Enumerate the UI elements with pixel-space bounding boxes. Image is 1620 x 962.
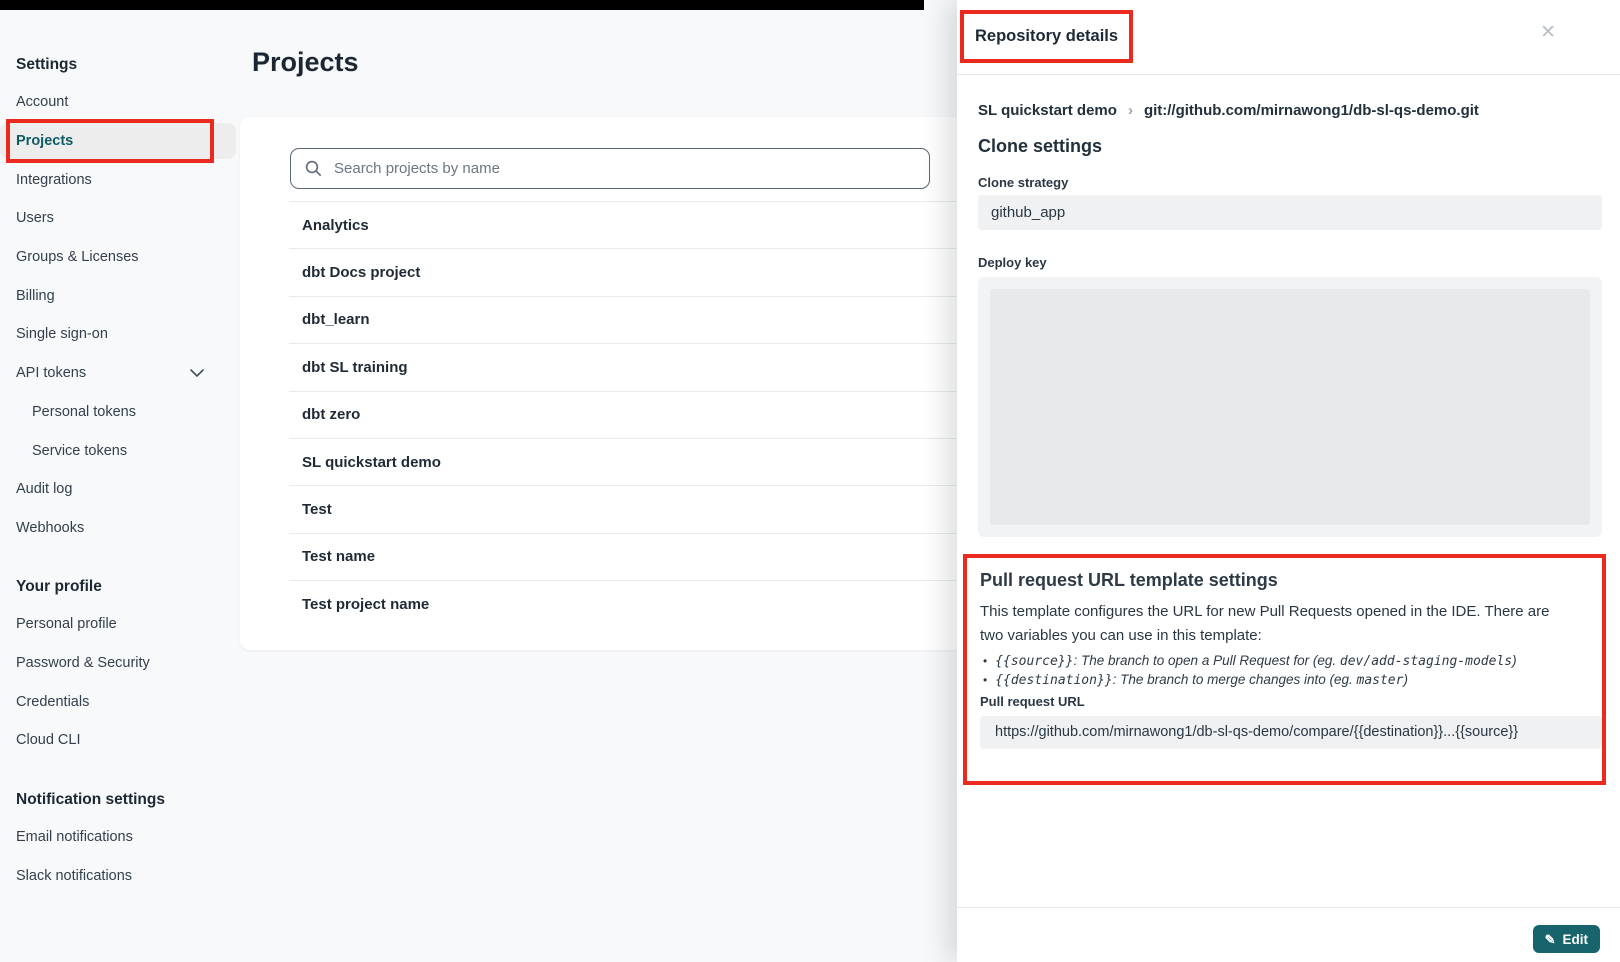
clone-settings-heading: Clone settings	[978, 136, 1102, 157]
sidebar-item-cloud-cli[interactable]: Cloud CLI	[0, 721, 240, 760]
annotation-box-pr-template-section: Pull request URL template settings This …	[963, 554, 1606, 785]
sidebar-title-notification-settings: Notification settings	[16, 791, 165, 809]
sidebar-title-settings: Settings	[16, 56, 77, 74]
sidebar-nav-settings: Account Projects Integrations Users Grou…	[0, 83, 240, 547]
pr-template-variables: • {{source}}: The branch to open a Pull …	[983, 653, 1517, 688]
panel-header: Repository details ✕	[957, 0, 1620, 75]
sidebar-item-personal-tokens[interactable]: Personal tokens	[0, 393, 240, 432]
chevron-down-icon	[190, 369, 204, 378]
sidebar-item-account[interactable]: Account	[0, 83, 240, 122]
sidebar-nav-profile: Personal profile Password & Security Cre…	[0, 605, 240, 760]
panel-title: Repository details	[975, 27, 1118, 46]
pencil-icon: ✎	[1545, 933, 1556, 946]
sidebar-item-single-sign-on[interactable]: Single sign-on	[0, 315, 240, 354]
deploy-key-redacted-area	[990, 289, 1590, 525]
edit-button-label: Edit	[1563, 932, 1589, 947]
clone-strategy-label: Clone strategy	[978, 175, 1068, 190]
deploy-key-field	[978, 277, 1602, 537]
pr-template-heading: Pull request URL template settings	[980, 570, 1278, 591]
bullet-icon: •	[983, 673, 987, 687]
sidebar-item-groups-licenses[interactable]: Groups & Licenses	[0, 238, 240, 277]
search-icon	[305, 160, 322, 177]
sidebar-item-personal-profile[interactable]: Personal profile	[0, 605, 240, 644]
project-search	[290, 148, 930, 189]
annotation-box-repository-details: Repository details	[960, 10, 1133, 63]
sidebar-item-webhooks[interactable]: Webhooks	[0, 509, 240, 548]
pr-variable-source: • {{source}}: The branch to open a Pull …	[983, 653, 1517, 669]
sidebar-title-your-profile: Your profile	[16, 578, 102, 596]
sidebar-item-service-tokens[interactable]: Service tokens	[0, 431, 240, 470]
close-icon[interactable]: ✕	[1540, 23, 1556, 42]
edit-button[interactable]: ✎ Edit	[1533, 925, 1600, 953]
settings-sidebar: Settings Account Projects Integrations U…	[0, 10, 240, 962]
sidebar-item-audit-log[interactable]: Audit log	[0, 470, 240, 509]
sidebar-item-password-security[interactable]: Password & Security	[0, 644, 240, 683]
sidebar-nav-notifications: Email notifications Slack notifications	[0, 818, 240, 895]
sidebar-item-api-tokens[interactable]: API tokens	[0, 354, 240, 393]
panel-body: SL quickstart demo › git://github.com/mi…	[957, 75, 1620, 907]
sidebar-item-slack-notifications[interactable]: Slack notifications	[0, 857, 240, 896]
sidebar-item-users[interactable]: Users	[0, 199, 240, 238]
search-input[interactable]	[332, 159, 915, 178]
pr-variable-destination: • {{destination}}: The branch to merge c…	[983, 672, 1517, 688]
page-title: Projects	[252, 47, 359, 78]
sidebar-item-projects[interactable]: Projects	[0, 122, 240, 161]
deploy-key-label: Deploy key	[978, 255, 1047, 270]
breadcrumb-repo-url: git://github.com/mirnawong1/db-sl-qs-dem…	[1144, 102, 1479, 119]
app-window: Settings Account Projects Integrations U…	[0, 0, 1620, 962]
repository-details-panel: Repository details ✕ SL quickstart demo …	[957, 0, 1620, 962]
pull-request-url-value: https://github.com/mirnawong1/db-sl-qs-d…	[980, 716, 1602, 749]
pull-request-url-label: Pull request URL	[980, 694, 1085, 709]
sidebar-item-email-notifications[interactable]: Email notifications	[0, 818, 240, 857]
sidebar-item-credentials[interactable]: Credentials	[0, 682, 240, 721]
bullet-icon: •	[983, 654, 987, 668]
pr-template-description: This template configures the URL for new…	[980, 600, 1572, 648]
chevron-right-icon: ›	[1128, 102, 1133, 119]
panel-footer: ✎ Edit	[957, 907, 1620, 962]
top-black-bar	[0, 0, 924, 10]
breadcrumb: SL quickstart demo › git://github.com/mi…	[978, 102, 1479, 119]
clone-strategy-value: github_app	[978, 195, 1602, 230]
sidebar-item-billing[interactable]: Billing	[0, 276, 240, 315]
sidebar-item-integrations[interactable]: Integrations	[0, 160, 240, 199]
breadcrumb-project[interactable]: SL quickstart demo	[978, 102, 1117, 119]
